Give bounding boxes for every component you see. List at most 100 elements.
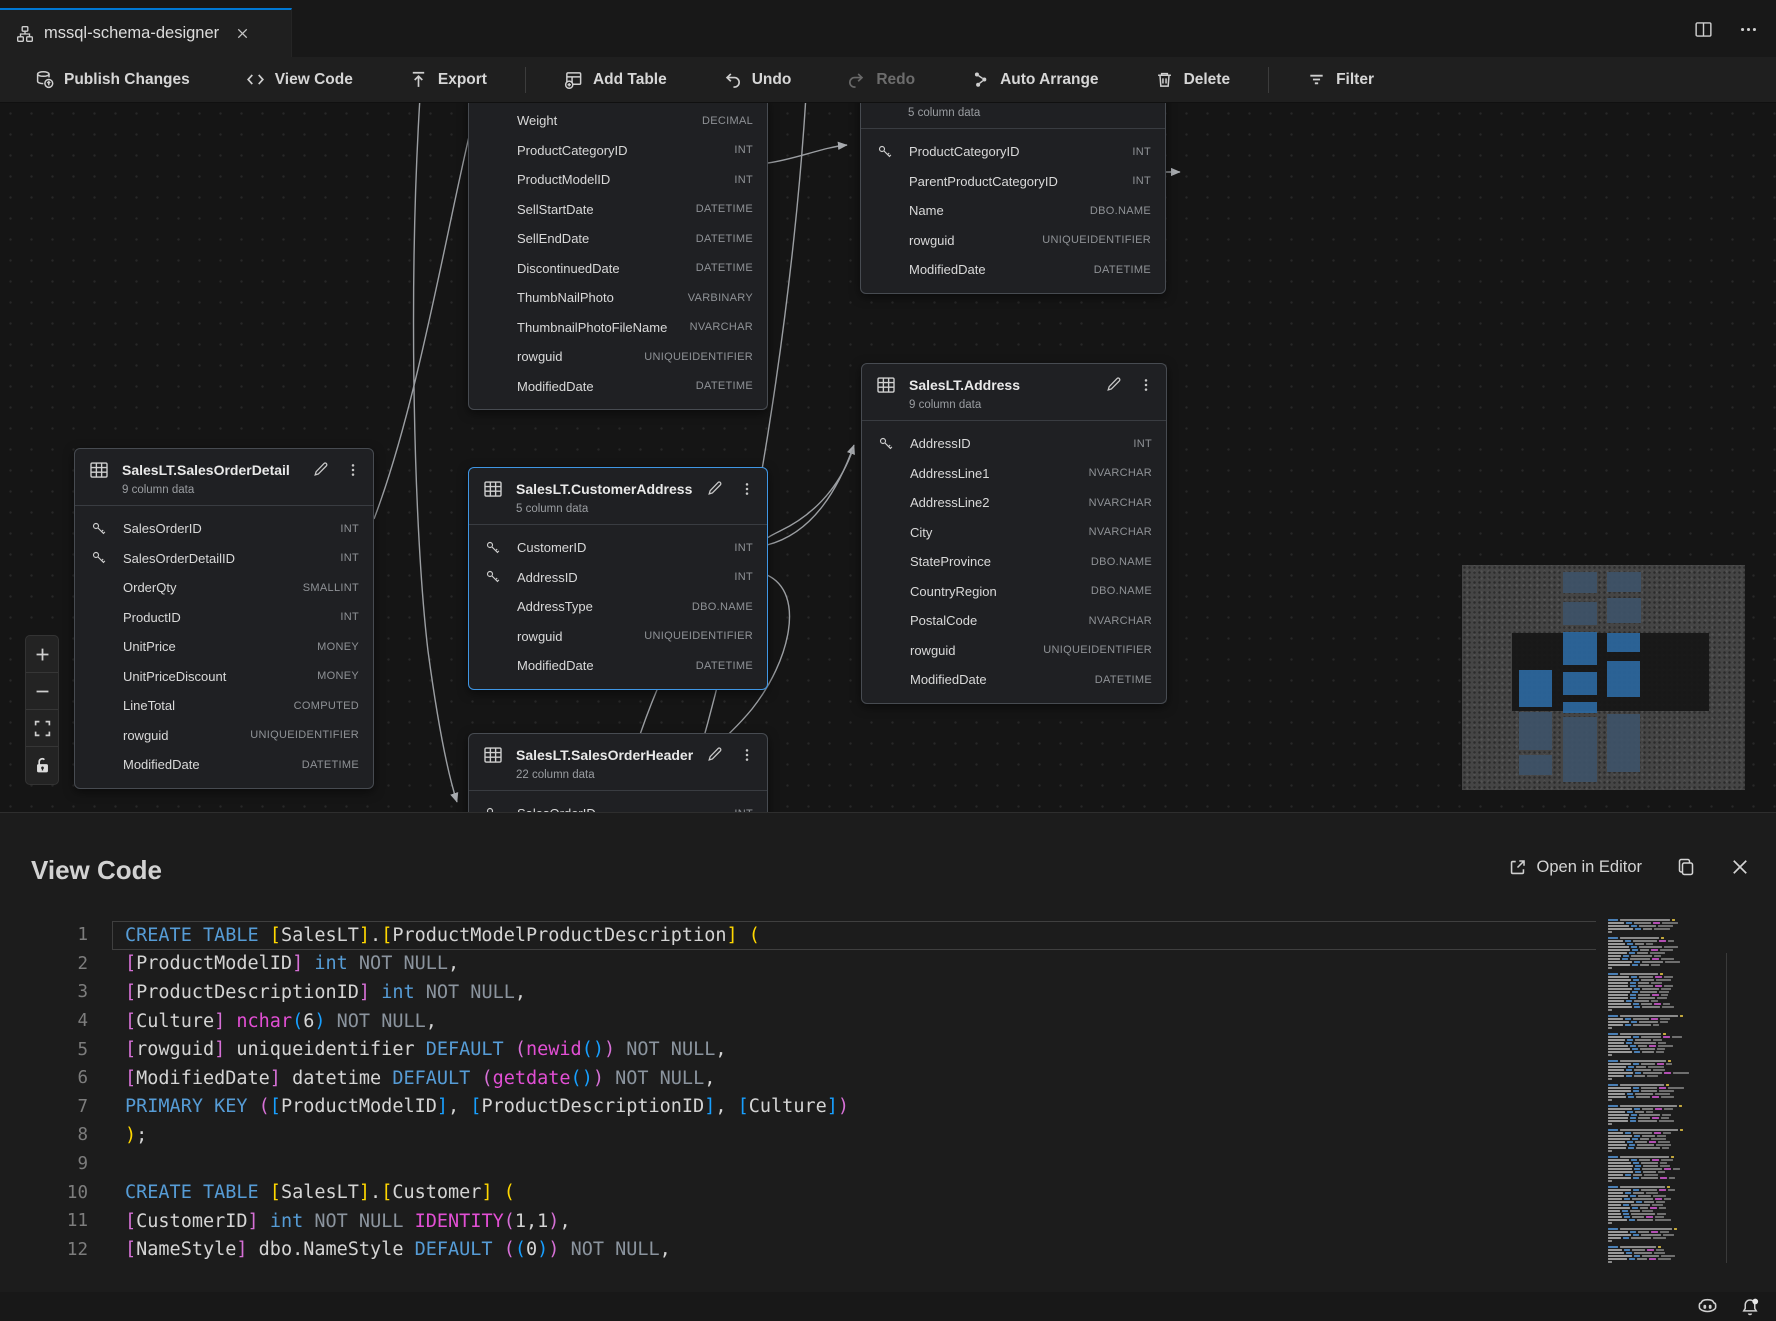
table-node-sales-order-detail[interactable]: SalesLT.SalesOrderDetail 9 column data S… [74, 448, 374, 789]
toolbar-add-table-button[interactable]: Add Table [554, 64, 677, 95]
column-type: INT [734, 144, 753, 156]
zoom-in-button[interactable] [26, 636, 58, 673]
column-row[interactable]: LineTotal COMPUTED [75, 691, 373, 721]
code-minimap[interactable] [1608, 919, 1720, 1264]
tab-title: mssql-schema-designer [44, 24, 219, 43]
table-menu-icon[interactable] [739, 747, 755, 763]
column-type: NVARCHAR [1089, 497, 1152, 509]
close-panel-icon[interactable] [1730, 857, 1750, 877]
column-row[interactable]: PostalCode NVARCHAR [862, 606, 1166, 636]
table-node-address[interactable]: SalesLT.Address 9 column data AddressID … [861, 363, 1167, 704]
toolbar-undo-button[interactable]: Undo [713, 64, 802, 95]
toolbar-publish-changes-button[interactable]: Publish Changes [25, 64, 200, 95]
toolbar-view-code-button[interactable]: View Code [236, 64, 363, 95]
table-menu-icon[interactable] [345, 462, 361, 478]
column-type: COMPUTED [294, 700, 359, 712]
table-node-customer-address[interactable]: SalesLT.CustomerAddress 5 column data Cu… [468, 467, 768, 690]
column-name: OrderQty [123, 580, 303, 595]
column-row[interactable]: ThumbnailPhotoFileName NVARCHAR [469, 313, 767, 343]
column-row[interactable]: rowguid UNIQUEIDENTIFIER [861, 226, 1165, 256]
column-row[interactable]: ProductCategoryID INT [861, 137, 1165, 167]
column-row[interactable]: AddressLine1 NVARCHAR [862, 459, 1166, 489]
column-row[interactable]: Name DBO.NAME [861, 196, 1165, 226]
canvas-minimap[interactable] [1462, 565, 1745, 790]
table-grid-icon [483, 745, 503, 765]
column-row[interactable]: rowguid UNIQUEIDENTIFIER [469, 342, 767, 372]
table-node-header: SalesLT.Address 9 column data [862, 364, 1166, 421]
column-row[interactable]: SalesOrderID INT [469, 799, 767, 812]
primary-key-icon [877, 144, 893, 160]
column-type: UNIQUEIDENTIFIER [1042, 234, 1151, 246]
more-actions-icon[interactable] [1739, 20, 1758, 39]
column-row[interactable]: AddressID INT [862, 429, 1166, 459]
table-node-header: SalesLT.CustomerAddress 5 column data [469, 468, 767, 525]
schema-canvas[interactable]: Weight DECIMAL ProductCategoryID INT Pro… [0, 103, 1776, 812]
column-row[interactable]: ParentProductCategoryID INT [861, 167, 1165, 197]
open-in-editor-button[interactable]: Open in Editor [1508, 858, 1642, 877]
column-row[interactable]: UnitPrice MONEY [75, 632, 373, 662]
column-row[interactable]: ProductCategoryID INT [469, 136, 767, 166]
column-row[interactable]: ModifiedDate DATETIME [75, 750, 373, 780]
toolbar-delete-button[interactable]: Delete [1145, 64, 1241, 95]
column-row[interactable]: rowguid UNIQUEIDENTIFIER [75, 721, 373, 751]
zoom-out-button[interactable] [26, 673, 58, 710]
edit-table-icon[interactable] [706, 480, 723, 497]
column-row[interactable]: CustomerID INT [469, 533, 767, 563]
lock-button[interactable] [26, 747, 58, 784]
column-row[interactable]: ModifiedDate DATETIME [861, 255, 1165, 285]
table-node-product-category[interactable]: 5 column data ProductCategoryID INT Pare… [860, 103, 1166, 294]
fit-view-button[interactable] [26, 710, 58, 747]
table-node-sales-order-header[interactable]: SalesLT.SalesOrderHeader 22 column data … [468, 733, 768, 812]
copy-icon[interactable] [1676, 857, 1696, 877]
column-row[interactable]: Weight DECIMAL [469, 106, 767, 136]
column-row[interactable]: SalesOrderDetailID INT [75, 544, 373, 574]
column-row[interactable]: rowguid UNIQUEIDENTIFIER [469, 622, 767, 652]
column-row[interactable]: SellStartDate DATETIME [469, 195, 767, 225]
column-row[interactable]: OrderQty SMALLINT [75, 573, 373, 603]
column-row[interactable]: City NVARCHAR [862, 518, 1166, 548]
minimap-table-block [1607, 661, 1640, 697]
column-row[interactable]: ThumbNailPhoto VARBINARY [469, 283, 767, 313]
column-row[interactable]: AddressType DBO.NAME [469, 592, 767, 622]
tab-mssql-schema-designer[interactable]: mssql-schema-designer [0, 8, 292, 57]
column-row[interactable]: ModifiedDate DATETIME [862, 665, 1166, 695]
column-row[interactable]: ModifiedDate DATETIME [469, 372, 767, 402]
column-row[interactable]: SellEndDate DATETIME [469, 224, 767, 254]
column-row[interactable]: CountryRegion DBO.NAME [862, 577, 1166, 607]
table-title: SalesLT.SalesOrderDetail [122, 462, 290, 478]
table-node-product[interactable]: Weight DECIMAL ProductCategoryID INT Pro… [468, 103, 768, 410]
column-row[interactable]: AddressLine2 NVARCHAR [862, 488, 1166, 518]
edit-table-icon[interactable] [706, 746, 723, 763]
column-type: DATETIME [696, 380, 753, 392]
tab-close-icon[interactable] [233, 24, 252, 43]
column-name: rowguid [517, 349, 644, 364]
table-menu-icon[interactable] [1138, 377, 1154, 393]
column-row[interactable]: UnitPriceDiscount MONEY [75, 662, 373, 692]
table-node-header: 5 column data [861, 103, 1165, 129]
column-row[interactable]: DiscontinuedDate DATETIME [469, 254, 767, 284]
column-row[interactable]: rowguid UNIQUEIDENTIFIER [862, 636, 1166, 666]
column-row[interactable]: ModifiedDate DATETIME [469, 651, 767, 681]
column-type: UNIQUEIDENTIFIER [644, 630, 753, 642]
column-row[interactable]: ProductID INT [75, 603, 373, 633]
column-row[interactable]: AddressID INT [469, 563, 767, 593]
column-row[interactable]: ProductModelID INT [469, 165, 767, 195]
edit-table-icon[interactable] [1105, 376, 1122, 393]
toolbar-filter-button[interactable]: Filter [1297, 64, 1384, 95]
column-name: SalesOrderID [123, 521, 340, 536]
notifications-icon[interactable] [1740, 1297, 1760, 1317]
edit-table-icon[interactable] [312, 461, 329, 478]
database-publish-icon [35, 70, 54, 89]
line-number: 12 [0, 1240, 88, 1260]
column-row[interactable]: SalesOrderID INT [75, 514, 373, 544]
column-type: DATETIME [696, 262, 753, 274]
sql-code-editor[interactable]: 1CREATE TABLE [SalesLT].[ProductModelPro… [0, 921, 1596, 1289]
column-type: DATETIME [696, 233, 753, 245]
copilot-icon[interactable] [1697, 1296, 1718, 1317]
split-editor-icon[interactable] [1694, 20, 1713, 39]
toolbar-auto-arrange-button[interactable]: Auto Arrange [961, 64, 1108, 95]
code-scrollbar[interactable] [1726, 953, 1727, 1263]
table-menu-icon[interactable] [739, 481, 755, 497]
column-row[interactable]: StateProvince DBO.NAME [862, 547, 1166, 577]
toolbar-export-button[interactable]: Export [399, 64, 497, 95]
